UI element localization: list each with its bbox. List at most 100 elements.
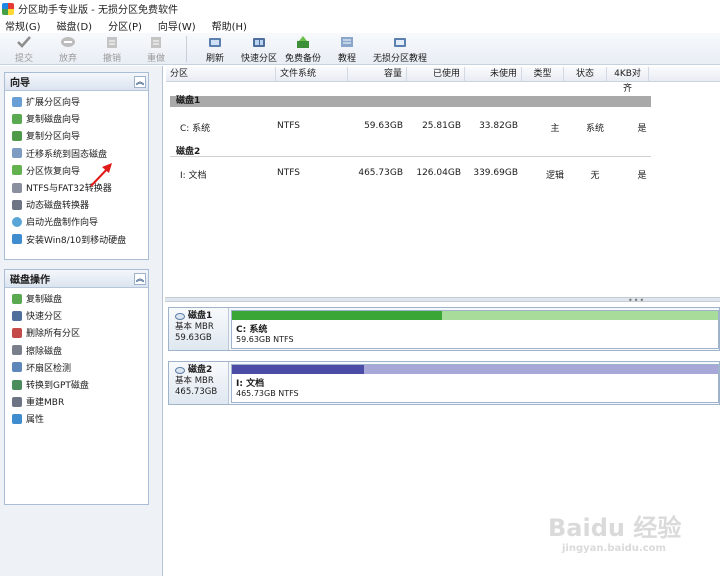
tutorial-button[interactable]: 教程 (329, 33, 365, 64)
toolbar-separator (186, 36, 187, 62)
op-wipe-disk[interactable]: 擦除磁盘 (5, 342, 148, 359)
cell-filesystem: NTFS (277, 168, 300, 178)
submit-button[interactable]: 提交 (6, 33, 42, 64)
op-copy-disk[interactable]: 复制磁盘 (5, 290, 148, 307)
wizard-dynamic-disk[interactable]: 动态磁盘转换器 (5, 196, 148, 213)
left-panel: 向导 ︽ 扩展分区向导 复制磁盘向导 复制分区向导 迁移系统到固态磁盘 分区恢复… (0, 66, 163, 576)
op-properties[interactable]: 属性 (5, 410, 148, 427)
redo-icon (148, 35, 164, 49)
col-unused[interactable]: 未使用 (465, 67, 522, 82)
cell-status: 系统 (585, 124, 604, 134)
menu-disk[interactable]: 磁盘(D) (57, 18, 93, 33)
wizard-extend-partition[interactable]: 扩展分区向导 (5, 93, 148, 110)
wizard-win-to-go[interactable]: 安装Win8/10到移动硬盘 (5, 231, 148, 248)
op-bad-sector-check[interactable]: 坏扇区检测 (5, 359, 148, 376)
col-4k-align[interactable]: 4KB对齐 (607, 67, 649, 94)
app-icon (2, 2, 14, 15)
free-backup-label: 免费备份 (285, 54, 322, 64)
disk2-card[interactable]: 磁盘2 基本 MBR 465.73GB I: 文档 465.73GB NTFS (168, 361, 720, 405)
col-type[interactable]: 类型 (522, 67, 564, 82)
quick-partition-icon (251, 35, 267, 49)
disk2-divider (170, 156, 651, 157)
bad-sector-icon (12, 362, 22, 373)
quick-partition-button[interactable]: 快速分区 (241, 33, 277, 64)
cell-used: 126.04GB (416, 168, 461, 178)
col-capacity[interactable]: 容量 (348, 67, 407, 82)
col-used[interactable]: 已使用 (407, 67, 465, 82)
partition-c-block[interactable]: C: 系统 59.63GB NTFS (231, 310, 719, 349)
check-icon (16, 35, 32, 49)
cell-type: 主 (550, 124, 560, 134)
menu-general[interactable]: 常规(G) (5, 18, 41, 33)
windows-to-go-icon (12, 234, 22, 245)
tutorial-label: 教程 (338, 54, 357, 64)
disk-icon (175, 367, 185, 374)
copy-partition-icon (12, 130, 22, 141)
disk1-card[interactable]: 磁盘1 基本 MBR 59.63GB C: 系统 59.63GB NTFS (168, 307, 720, 351)
wizard-boot-cd[interactable]: 启动光盘制作向导 (5, 213, 148, 230)
op-item-label: 重建MBR (26, 398, 65, 409)
discard-button[interactable]: 放弃 (50, 33, 86, 64)
collapse-icon[interactable]: ︽ (134, 75, 146, 88)
cell-capacity: 59.63GB (364, 121, 403, 131)
watermark-url: jingyan.baidu.com (562, 543, 666, 554)
disk2-size: 465.73GB (175, 387, 218, 397)
cell-capacity: 465.73GB (358, 168, 403, 178)
partition-table-header: 分区 文件系统 容量 已使用 未使用 类型 状态 4KB对齐 (166, 67, 720, 94)
disk-ops-group-title: 磁盘操作 (10, 275, 50, 286)
op-rebuild-mbr[interactable]: 重建MBR (5, 393, 148, 410)
op-delete-all-partitions[interactable]: 删除所有分区 (5, 324, 148, 341)
wizard-item-label: 动态磁盘转换器 (26, 201, 90, 212)
lossless-tutorial-button[interactable]: 无损分区教程 (373, 33, 427, 64)
boot-cd-icon (12, 216, 22, 227)
wizard-copy-disk[interactable]: 复制磁盘向导 (5, 110, 148, 127)
wizard-group: 向导 ︽ 扩展分区向导 复制磁盘向导 复制分区向导 迁移系统到固态磁盘 分区恢复… (4, 72, 149, 260)
op-item-label: 擦除磁盘 (26, 346, 63, 357)
collapse-icon[interactable]: ︽ (134, 272, 146, 285)
dynamic-disk-icon (12, 199, 22, 210)
wizard-item-label: 扩展分区向导 (26, 98, 81, 109)
menu-partition[interactable]: 分区(P) (108, 18, 142, 33)
op-convert-gpt[interactable]: 转换到GPT磁盘 (5, 376, 148, 393)
backup-icon (295, 35, 311, 49)
free-backup-button[interactable]: 免费备份 (285, 33, 322, 64)
col-filesystem[interactable]: 文件系统 (276, 67, 348, 82)
delete-icon (12, 327, 22, 338)
wizard-ntfs-fat32[interactable]: NTFS与FAT32转换器 (5, 179, 148, 196)
watermark-main: Baidu 经验 (548, 514, 682, 542)
op-item-label: 快速分区 (26, 312, 63, 323)
wizard-partition-recovery[interactable]: 分区恢复向导 (5, 162, 148, 179)
undo-button[interactable]: 撤销 (94, 33, 130, 64)
menu-help[interactable]: 帮助(H) (212, 18, 247, 33)
refresh-label: 刷新 (205, 54, 224, 64)
partition-i-name: I: 文档 (236, 379, 265, 389)
disk2-type: 基本 MBR (175, 376, 214, 386)
cell-partition: C: 系统 (180, 124, 211, 134)
partition-c-usage-fill (232, 311, 443, 320)
extend-partition-icon (12, 96, 22, 107)
wizard-copy-partition[interactable]: 复制分区向导 (5, 127, 148, 144)
op-quick-partition[interactable]: 快速分区 (5, 307, 148, 324)
copy-disk-icon (12, 113, 22, 124)
wizard-migrate-os-ssd[interactable]: 迁移系统到固态磁盘 (5, 145, 148, 162)
cell-filesystem: NTFS (277, 121, 300, 131)
discard-icon (60, 35, 76, 49)
disk-ops-group-header: 磁盘操作 ︽ (5, 270, 148, 288)
partition-c-info: 59.63GB NTFS (236, 335, 294, 344)
cell-status: 无 (590, 171, 600, 181)
menu-wizard[interactable]: 向导(W) (158, 18, 196, 33)
cell-4k-align: 是 (637, 124, 647, 134)
disk1-band: 磁盘1 (170, 96, 651, 107)
menu-bar: 常规(G) 磁盘(D) 分区(P) 向导(W) 帮助(H) (0, 17, 720, 33)
baidu-watermark: Baidu 经验 jingyan.baidu.com (548, 508, 698, 558)
redo-button[interactable]: 重做 (138, 33, 174, 64)
refresh-button[interactable]: 刷新 (197, 33, 233, 64)
partition-i-block[interactable]: I: 文档 465.73GB NTFS (231, 364, 719, 403)
cell-type: 逻辑 (545, 171, 564, 181)
undo-icon (104, 35, 120, 49)
col-partition[interactable]: 分区 (166, 67, 276, 82)
redo-label: 重做 (146, 54, 165, 64)
migrate-os-icon (12, 148, 22, 159)
col-status[interactable]: 状态 (564, 67, 607, 82)
disk1-name: 磁盘1 (188, 311, 213, 321)
